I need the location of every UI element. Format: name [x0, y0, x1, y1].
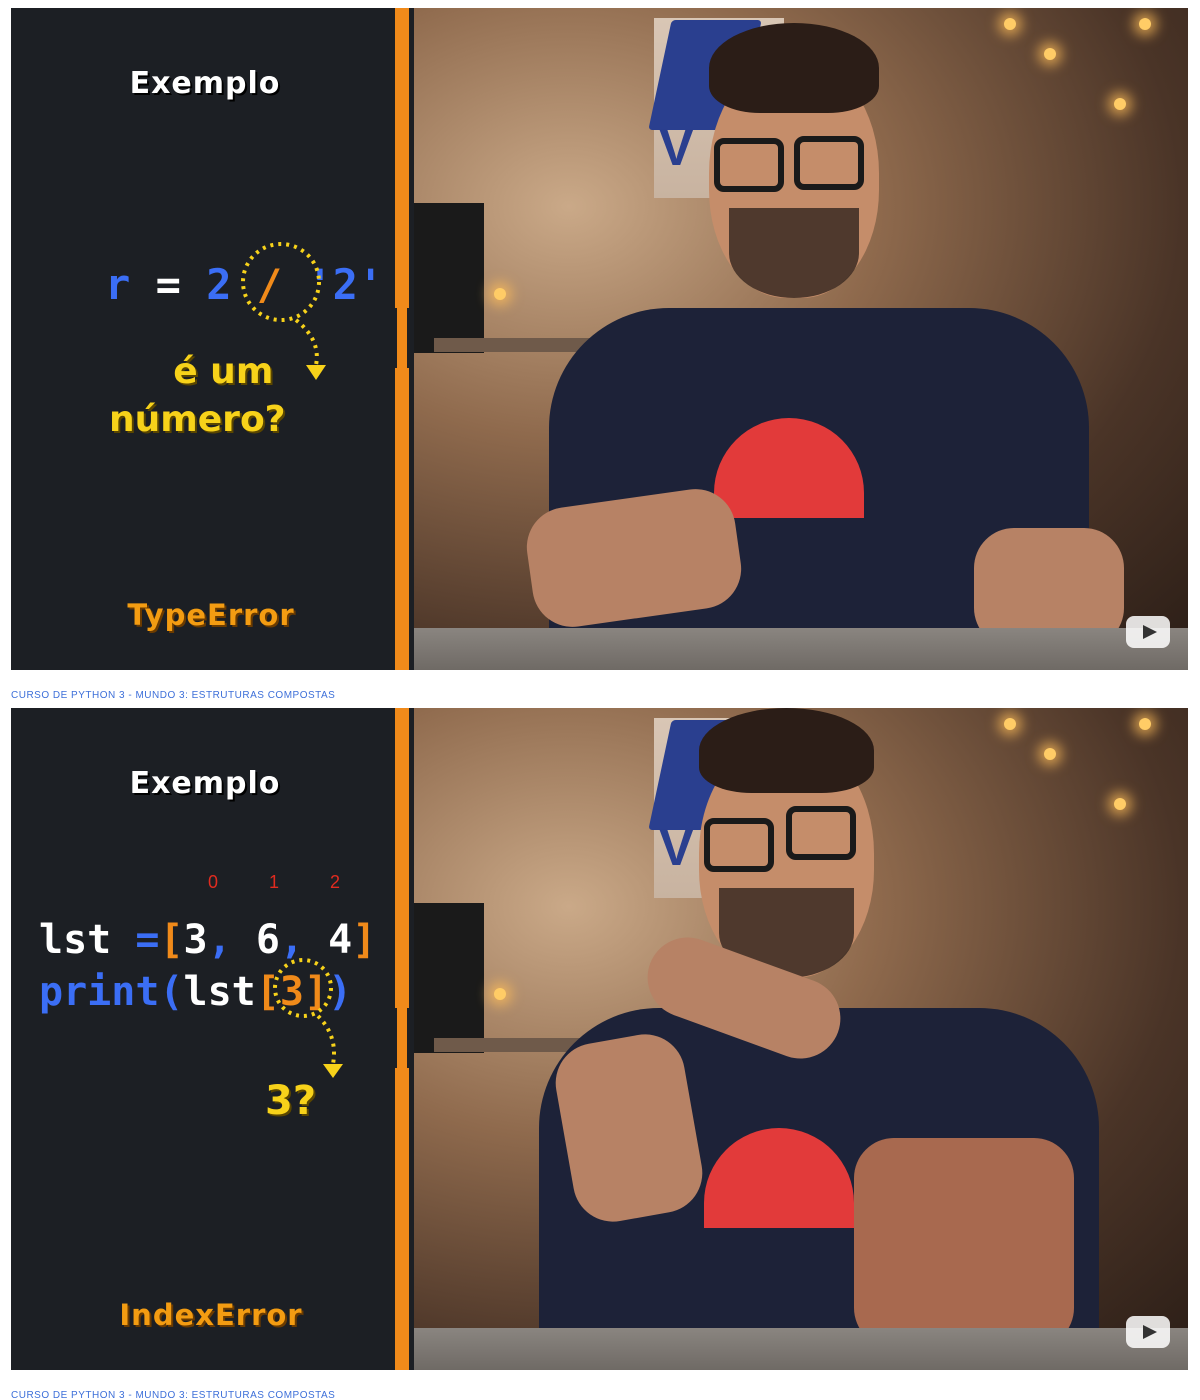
- index-label: 2: [330, 872, 341, 892]
- glasses-icon: [714, 138, 784, 192]
- glasses-icon: [786, 806, 856, 860]
- question-line-2: número?: [109, 399, 286, 440]
- lamp-icon: [1044, 48, 1056, 60]
- glasses-icon: [794, 136, 864, 190]
- video-caption[interactable]: CURSO DE PYTHON 3 - MUNDO 3: ESTRUTURAS …: [11, 690, 335, 698]
- code-fn: print(: [39, 969, 184, 1015]
- desk: [414, 628, 1188, 670]
- video-frame-1[interactable]: Exemplo r = 2 / '2' é um número? TypeErr…: [11, 8, 1188, 670]
- code-bracket: [: [159, 917, 184, 963]
- code-value: 3: [183, 917, 208, 963]
- slide-title: Exemplo: [129, 766, 281, 801]
- glasses-icon: [704, 818, 774, 872]
- lamp-icon: [494, 288, 506, 300]
- code-comma: ,: [207, 917, 232, 963]
- presenter-video: V: [414, 8, 1188, 670]
- code-name: lst: [39, 917, 112, 963]
- lamp-icon: [1114, 798, 1126, 810]
- code-num: 2: [206, 260, 232, 309]
- lamp-icon: [1004, 18, 1016, 30]
- logo-text-icon: V: [659, 119, 694, 177]
- error-label: TypeError: [127, 598, 295, 632]
- video-caption[interactable]: CURSO DE PYTHON 3 - MUNDO 3: ESTRUTURAS …: [11, 1390, 335, 1398]
- presenter-video: V: [414, 708, 1188, 1370]
- logo-text-icon: V: [659, 819, 694, 877]
- hair: [699, 708, 874, 793]
- question-text: é um número?: [109, 348, 286, 444]
- slide-panel: Exemplo 0 1 2 lst =[3, 6, 4] print(lst[3…: [11, 708, 414, 1370]
- monitor: [414, 203, 484, 353]
- hair: [709, 23, 879, 113]
- question-line-1: é um: [173, 351, 274, 392]
- slide-title: Exemplo: [129, 66, 281, 101]
- index-label: 0: [207, 872, 218, 892]
- question-text: 3?: [265, 1078, 317, 1124]
- lamp-icon: [1139, 718, 1151, 730]
- arm-right: [854, 1138, 1074, 1348]
- lamp-icon: [1004, 718, 1016, 730]
- video-frame-2[interactable]: Exemplo 0 1 2 lst =[3, 6, 4] print(lst[3…: [11, 708, 1188, 1370]
- play-icon[interactable]: [1126, 616, 1170, 648]
- lamp-icon: [494, 988, 506, 1000]
- slide-panel: Exemplo r = 2 / '2' é um número? TypeErr…: [11, 8, 414, 670]
- index-label: 1: [269, 872, 280, 892]
- monitor: [414, 903, 484, 1053]
- code-var: r: [105, 260, 131, 309]
- lamp-icon: [1044, 748, 1056, 760]
- dotted-arrow: [273, 958, 343, 1078]
- code-eq: =: [135, 917, 160, 963]
- play-icon[interactable]: [1126, 1316, 1170, 1348]
- error-label: IndexError: [119, 1298, 303, 1332]
- index-labels: 0 1 2: [185, 872, 363, 893]
- code-name: lst: [183, 969, 256, 1015]
- lamp-icon: [1139, 18, 1151, 30]
- lamp-icon: [1114, 98, 1126, 110]
- desk: [414, 1328, 1188, 1370]
- beard: [729, 208, 859, 298]
- code-eq: =: [155, 260, 181, 309]
